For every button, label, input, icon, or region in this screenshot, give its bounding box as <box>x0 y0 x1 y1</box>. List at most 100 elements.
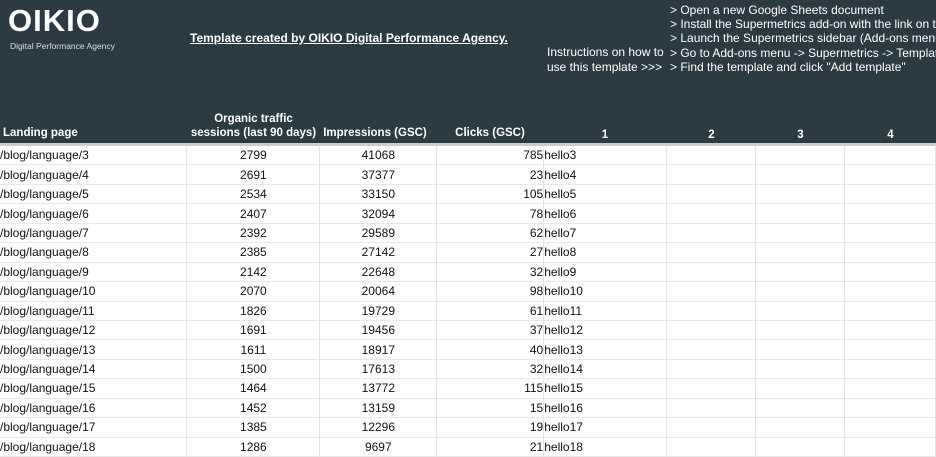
empty-cell[interactable] <box>666 398 757 419</box>
clicks-cell[interactable]: 21 <box>436 437 545 457</box>
organic-traffic-cell[interactable]: 2534 <box>186 184 321 205</box>
impressions-cell[interactable]: 22648 <box>319 262 438 283</box>
landing-page-cell[interactable]: /blog/language/14 <box>0 359 188 380</box>
empty-cell[interactable] <box>755 417 846 438</box>
clicks-cell[interactable]: 37 <box>436 320 545 341</box>
keyword-cell[interactable]: hello5 <box>543 184 668 205</box>
organic-traffic-cell[interactable]: 1826 <box>186 301 321 321</box>
landing-page-cell[interactable]: /blog/language/8 <box>0 242 188 263</box>
empty-cell[interactable] <box>844 437 936 457</box>
empty-cell[interactable] <box>755 378 846 399</box>
organic-traffic-cell[interactable]: 1691 <box>186 320 321 341</box>
organic-traffic-cell[interactable]: 2142 <box>186 262 321 283</box>
landing-page-cell[interactable]: /blog/language/16 <box>0 398 188 419</box>
clicks-cell[interactable]: 785 <box>436 146 545 166</box>
clicks-cell[interactable]: 62 <box>436 223 545 244</box>
impressions-cell[interactable]: 18917 <box>319 339 438 360</box>
organic-traffic-cell[interactable]: 2407 <box>186 203 321 224</box>
landing-page-cell[interactable]: /blog/language/13 <box>0 339 188 360</box>
keyword-cell[interactable]: hello4 <box>543 164 668 185</box>
empty-cell[interactable] <box>666 242 757 263</box>
landing-page-cell[interactable]: /blog/language/15 <box>0 378 188 399</box>
empty-cell[interactable] <box>666 164 757 185</box>
clicks-cell[interactable]: 27 <box>436 242 545 263</box>
landing-page-cell[interactable]: /blog/language/9 <box>0 262 188 283</box>
empty-cell[interactable] <box>844 164 936 185</box>
organic-traffic-cell[interactable]: 2385 <box>186 242 321 263</box>
empty-cell[interactable] <box>666 417 757 438</box>
clicks-cell[interactable]: 115 <box>436 378 545 399</box>
column-header-4[interactable]: 4 <box>845 128 936 142</box>
clicks-cell[interactable]: 19 <box>436 417 545 438</box>
empty-cell[interactable] <box>755 437 846 457</box>
empty-cell[interactable] <box>844 398 936 419</box>
empty-cell[interactable] <box>844 184 936 205</box>
clicks-cell[interactable]: 105 <box>436 184 545 205</box>
column-header-3[interactable]: 3 <box>756 128 845 142</box>
organic-traffic-cell[interactable]: 1452 <box>186 398 321 419</box>
column-header-landing-page[interactable]: Landing page <box>3 126 78 140</box>
empty-cell[interactable] <box>755 184 846 205</box>
clicks-cell[interactable]: 32 <box>436 262 545 283</box>
organic-traffic-cell[interactable]: 2691 <box>186 164 321 185</box>
organic-traffic-cell[interactable]: 2070 <box>186 281 321 302</box>
impressions-cell[interactable]: 32094 <box>319 203 438 224</box>
column-header-impressions[interactable]: Impressions (GSC) <box>320 126 430 140</box>
empty-cell[interactable] <box>844 242 936 263</box>
clicks-cell[interactable]: 15 <box>436 398 545 419</box>
landing-page-cell[interactable]: /blog/language/10 <box>0 281 188 302</box>
impressions-cell[interactable]: 41068 <box>319 146 438 166</box>
keyword-cell[interactable]: hello10 <box>543 281 668 302</box>
organic-traffic-cell[interactable]: 2799 <box>186 146 321 166</box>
keyword-cell[interactable]: hello8 <box>543 242 668 263</box>
empty-cell[interactable] <box>755 203 846 224</box>
impressions-cell[interactable]: 17613 <box>319 359 438 380</box>
keyword-cell[interactable]: hello17 <box>543 417 668 438</box>
empty-cell[interactable] <box>844 301 936 321</box>
empty-cell[interactable] <box>666 262 757 283</box>
empty-cell[interactable] <box>666 320 757 341</box>
clicks-cell[interactable]: 32 <box>436 359 545 380</box>
column-header-2[interactable]: 2 <box>667 128 756 142</box>
impressions-cell[interactable]: 19729 <box>319 301 438 321</box>
keyword-cell[interactable]: hello18 <box>543 437 668 457</box>
impressions-cell[interactable]: 29589 <box>319 223 438 244</box>
impressions-cell[interactable]: 13159 <box>319 398 438 419</box>
empty-cell[interactable] <box>755 262 846 283</box>
organic-traffic-cell[interactable]: 1611 <box>186 339 321 360</box>
keyword-cell[interactable]: hello16 <box>543 398 668 419</box>
keyword-cell[interactable]: hello13 <box>543 339 668 360</box>
empty-cell[interactable] <box>844 203 936 224</box>
landing-page-cell[interactable]: /blog/language/7 <box>0 223 188 244</box>
keyword-cell[interactable]: hello9 <box>543 262 668 283</box>
empty-cell[interactable] <box>666 359 757 380</box>
impressions-cell[interactable]: 33150 <box>319 184 438 205</box>
landing-page-cell[interactable]: /blog/language/12 <box>0 320 188 341</box>
impressions-cell[interactable]: 12296 <box>319 417 438 438</box>
keyword-cell[interactable]: hello15 <box>543 378 668 399</box>
landing-page-cell[interactable]: /blog/language/11 <box>0 301 188 321</box>
organic-traffic-cell[interactable]: 1464 <box>186 378 321 399</box>
organic-traffic-cell[interactable]: 1500 <box>186 359 321 380</box>
empty-cell[interactable] <box>844 359 936 380</box>
organic-traffic-cell[interactable]: 1286 <box>186 437 321 457</box>
empty-cell[interactable] <box>755 339 846 360</box>
empty-cell[interactable] <box>844 262 936 283</box>
empty-cell[interactable] <box>755 164 846 185</box>
landing-page-cell[interactable]: /blog/language/3 <box>0 146 188 166</box>
empty-cell[interactable] <box>755 398 846 419</box>
impressions-cell[interactable]: 20064 <box>319 281 438 302</box>
keyword-cell[interactable]: hello3 <box>543 146 668 166</box>
empty-cell[interactable] <box>666 146 757 166</box>
empty-cell[interactable] <box>755 359 846 380</box>
empty-cell[interactable] <box>666 184 757 205</box>
landing-page-cell[interactable]: /blog/language/18 <box>0 437 188 457</box>
empty-cell[interactable] <box>755 242 846 263</box>
template-credit-link[interactable]: Template created by OIKIO Digital Perfor… <box>190 31 508 46</box>
empty-cell[interactable] <box>844 339 936 360</box>
empty-cell[interactable] <box>755 301 846 321</box>
clicks-cell[interactable]: 23 <box>436 164 545 185</box>
impressions-cell[interactable]: 19456 <box>319 320 438 341</box>
empty-cell[interactable] <box>844 417 936 438</box>
column-header-clicks[interactable]: Clicks (GSC) <box>440 126 540 140</box>
